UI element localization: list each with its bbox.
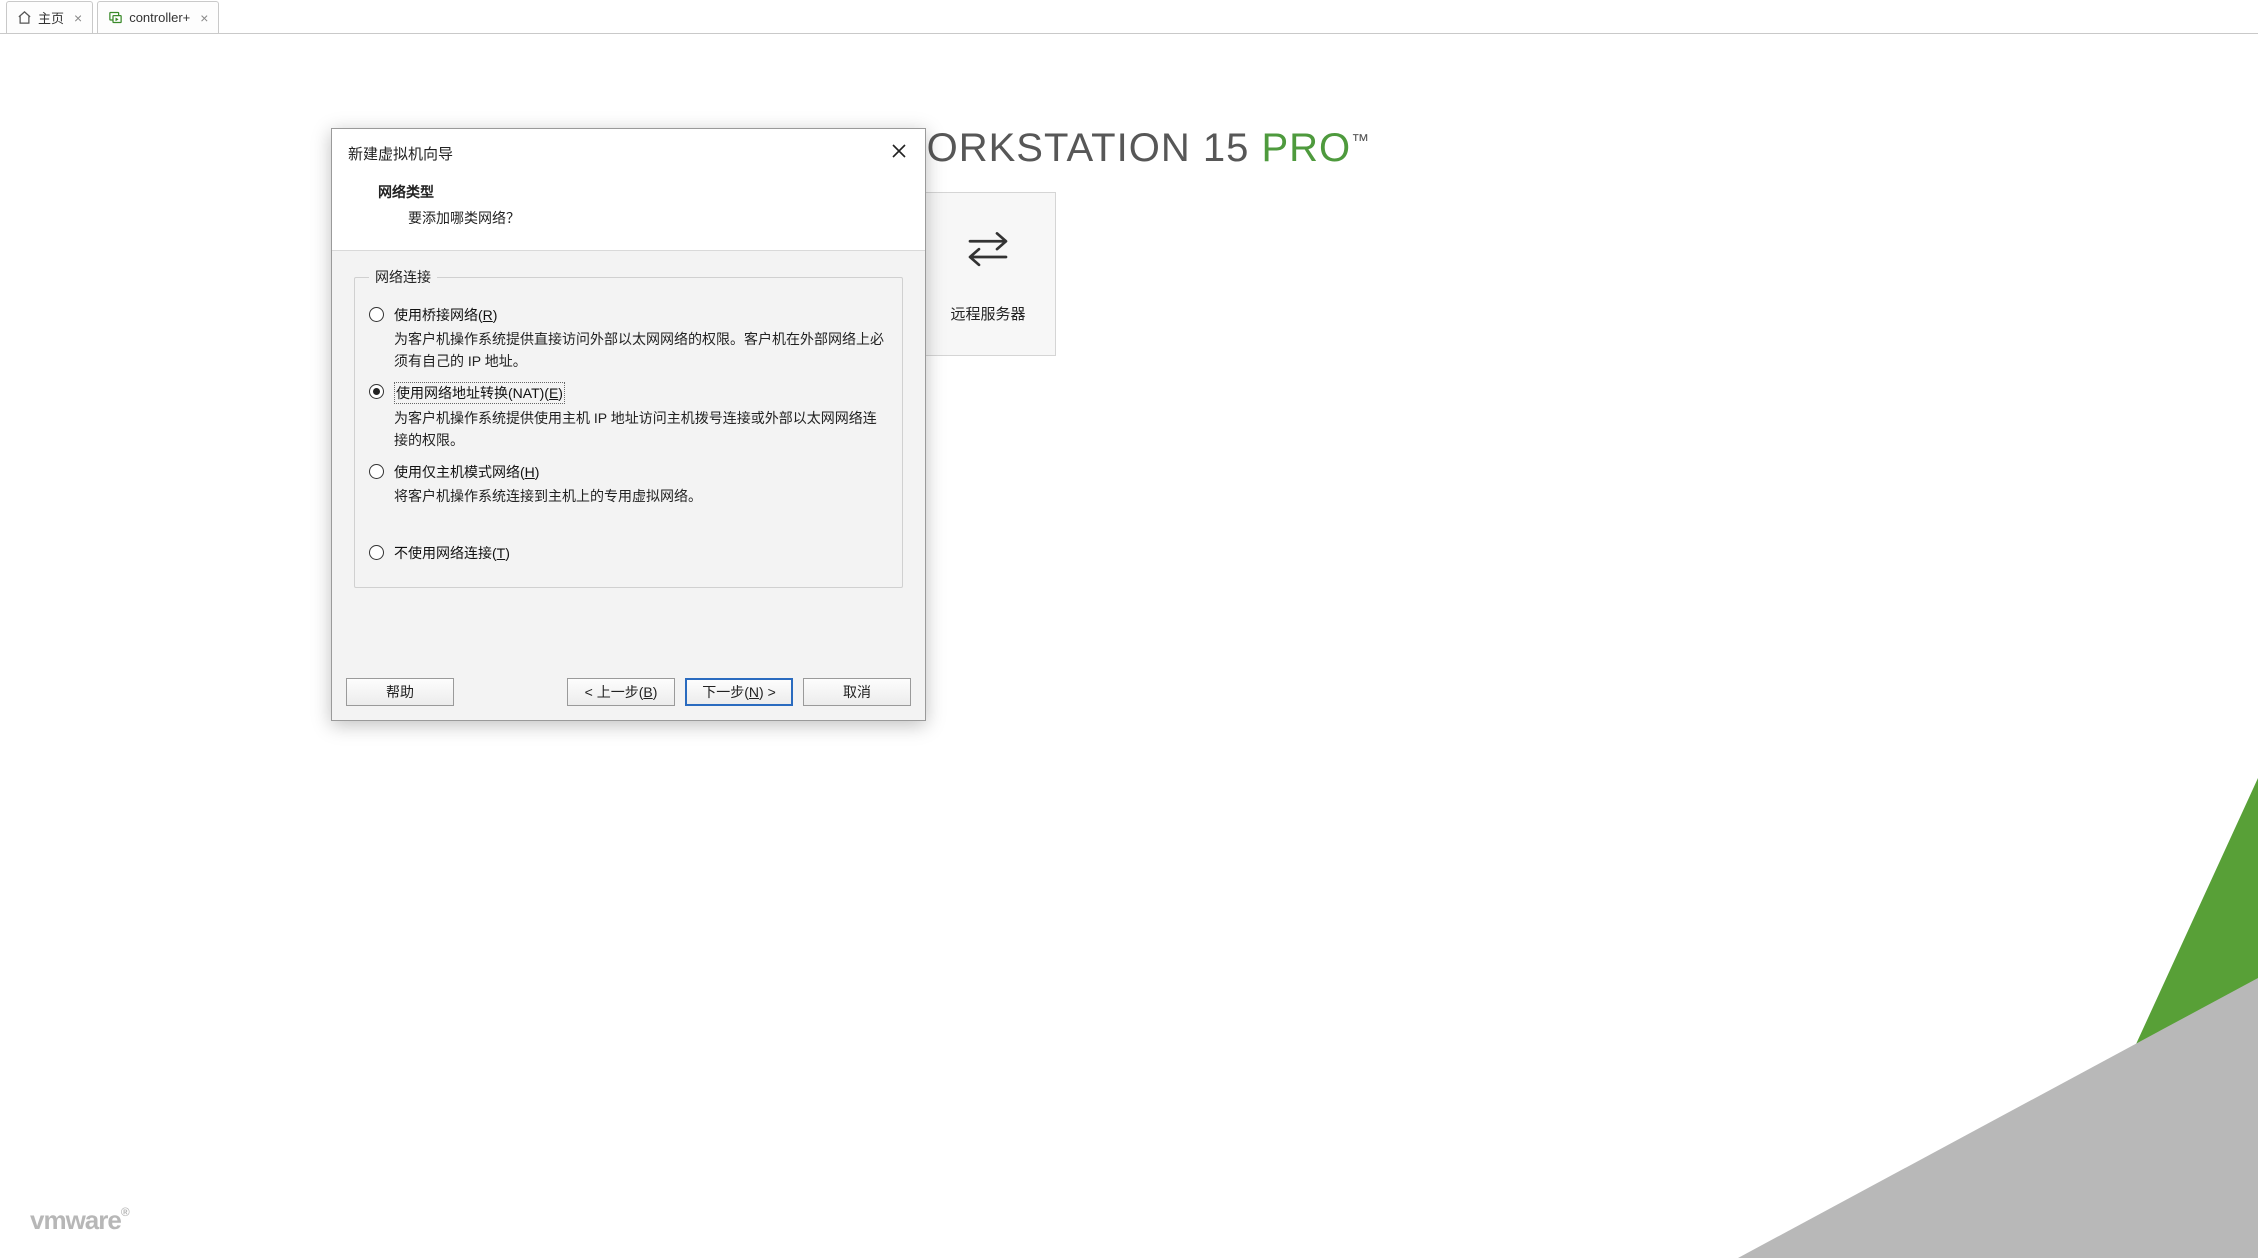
dialog-footer: 帮助 < 上一步(B) 下一步(N) > 取消 [332, 668, 925, 720]
tab-label: controller+ [129, 10, 190, 25]
spacer [369, 507, 888, 533]
logo-text: vmware [30, 1205, 121, 1235]
connect-remote-card[interactable]: 远程服务器 [920, 192, 1056, 356]
tab-controller[interactable]: controller+ × [97, 1, 219, 33]
radio-icon[interactable] [369, 307, 384, 322]
radio-label: 不使用网络连接(T) [394, 543, 510, 563]
radio-description: 为客户机操作系统提供直接访问外部以太网网络的权限。客户机在外部网络上必须有自己的… [394, 329, 888, 372]
next-button[interactable]: 下一步(N) > [685, 678, 793, 706]
logo-reg: ® [121, 1205, 129, 1219]
radio-label: 使用网络地址转换(NAT)(E) [394, 382, 565, 404]
new-vm-wizard-dialog: 新建虚拟机向导 网络类型 要添加哪类网络？ 网络连接 使用桥接网络(R) 为客户… [331, 128, 926, 721]
tab-home[interactable]: 主页 × [6, 1, 93, 33]
dialog-subtitle: 网络类型 [378, 182, 909, 202]
dialog-close-button[interactable] [885, 137, 913, 165]
radio-description: 将客户机操作系统连接到主机上的专用虚拟网络。 [394, 486, 888, 508]
help-button[interactable]: 帮助 [346, 678, 454, 706]
dialog-body: 网络连接 使用桥接网络(R) 为客户机操作系统提供直接访问外部以太网网络的权限。… [332, 251, 925, 668]
cancel-button[interactable]: 取消 [803, 678, 911, 706]
dialog-header: 新建虚拟机向导 网络类型 要添加哪类网络？ [332, 129, 925, 251]
radio-icon[interactable] [369, 464, 384, 479]
radio-nat[interactable]: 使用网络地址转换(NAT)(E) 为客户机操作系统提供使用主机 IP 地址访问主… [369, 382, 888, 451]
radio-label: 使用桥接网络(R) [394, 305, 497, 325]
radio-bridged[interactable]: 使用桥接网络(R) 为客户机操作系统提供直接访问外部以太网网络的权限。客户机在外… [369, 305, 888, 372]
trademark: ™ [1351, 131, 1370, 151]
radio-icon[interactable] [369, 545, 384, 560]
deco-grey-triangle [1738, 978, 2258, 1258]
radio-description: 为客户机操作系统提供使用主机 IP 地址访问主机拨号连接或外部以太网网络连接的权… [394, 408, 888, 451]
card-label: 远程服务器 [950, 303, 1025, 324]
back-button[interactable]: < 上一步(B) [567, 678, 675, 706]
close-icon[interactable]: × [200, 10, 208, 26]
radio-label: 使用仅主机模式网络(H) [394, 462, 539, 482]
main-stage: WORKSTATION 15 PRO™ 远程服务器 vmware® 新建虚拟机向… [0, 34, 2258, 1258]
radio-host-only[interactable]: 使用仅主机模式网络(H) 将客户机操作系统连接到主机上的专用虚拟网络。 [369, 462, 888, 508]
radio-no-network[interactable]: 不使用网络连接(T) [369, 543, 888, 563]
vmware-logo: vmware® [30, 1205, 129, 1236]
close-icon[interactable]: × [74, 10, 82, 26]
product-title-a: WORKSTATION 15 [888, 126, 1262, 170]
home-icon [17, 10, 32, 25]
tab-label: 主页 [38, 8, 64, 27]
swap-arrows-icon [961, 221, 1015, 275]
radio-icon[interactable] [369, 384, 384, 399]
tab-bar: 主页 × controller+ × [0, 0, 2258, 33]
product-title: WORKSTATION 15 PRO™ [888, 126, 1370, 171]
network-connection-group: 网络连接 使用桥接网络(R) 为客户机操作系统提供直接访问外部以太网网络的权限。… [354, 267, 903, 588]
product-title-b: PRO [1261, 126, 1351, 170]
group-legend: 网络连接 [369, 267, 437, 287]
dialog-question: 要添加哪类网络？ [408, 208, 909, 228]
vm-icon [108, 10, 123, 25]
dialog-title: 新建虚拟机向导 [348, 143, 909, 164]
